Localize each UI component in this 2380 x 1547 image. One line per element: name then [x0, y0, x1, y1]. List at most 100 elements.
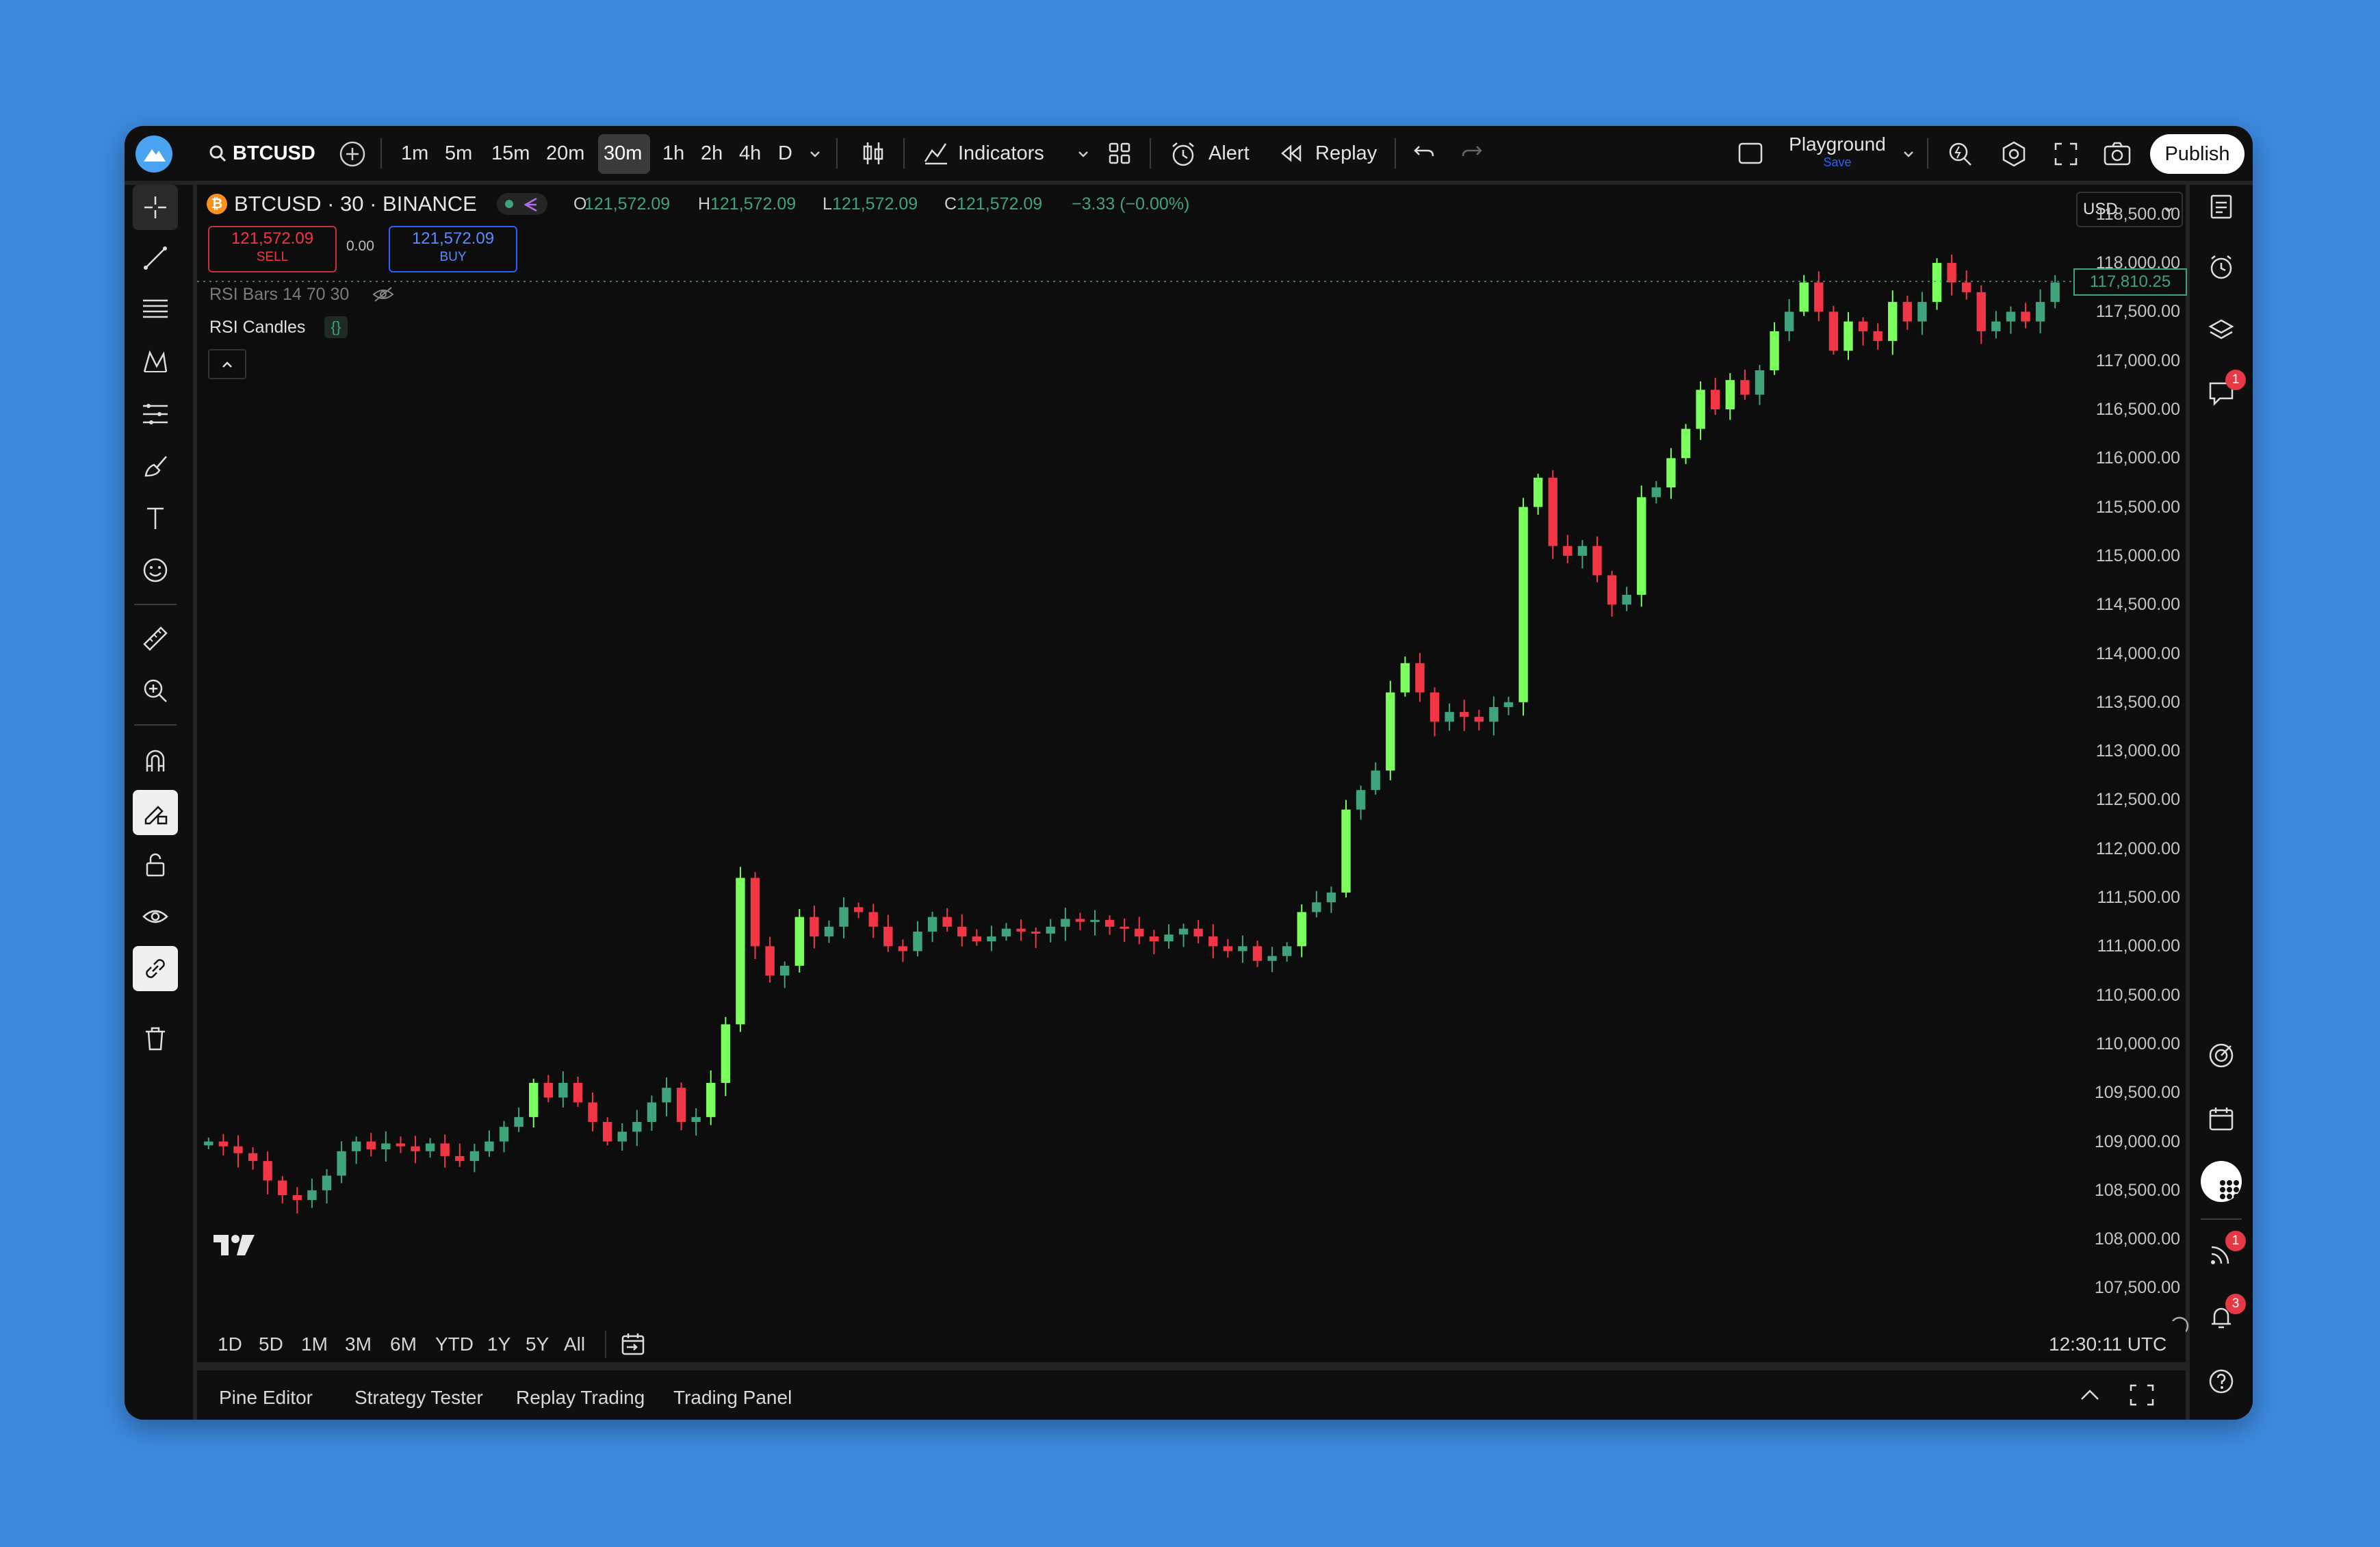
interval-30m[interactable]: 30m [604, 137, 642, 170]
sync-drawings-tool[interactable] [133, 946, 178, 991]
layout-name-button[interactable]: Playground Save [1779, 133, 1896, 174]
hide-drawings-tool[interactable] [133, 894, 178, 939]
range-1d[interactable]: 1D [218, 1333, 242, 1355]
object-tree-button[interactable] [2199, 308, 2243, 352]
range-ytd[interactable]: YTD [435, 1333, 474, 1355]
maximize-panel-icon[interactable] [2128, 1383, 2156, 1407]
tab-pine-editor[interactable]: Pine Editor [219, 1387, 313, 1409]
range-all[interactable]: All [564, 1333, 585, 1355]
signals-button[interactable]: 1 [2199, 1231, 2246, 1276]
candle-body [987, 936, 996, 942]
alerts-button[interactable] [2199, 245, 2243, 289]
range-6m[interactable]: 6M [390, 1333, 417, 1355]
price-tick-label: 113,500.00 [2095, 692, 2180, 712]
redo-icon[interactable] [1460, 142, 1484, 163]
range-1m[interactable]: 1M [301, 1333, 328, 1355]
range-5d[interactable]: 5D [259, 1333, 283, 1355]
help-button[interactable] [2199, 1359, 2243, 1403]
candle-body [1637, 497, 1646, 595]
source-code-icon[interactable]: {} [324, 316, 348, 338]
trend-line-tool[interactable] [133, 235, 178, 281]
lock-drawings-tool[interactable] [133, 842, 178, 887]
candle-body [794, 917, 804, 966]
buy-button[interactable]: 121,572.09 BUY [389, 226, 517, 272]
clock-label[interactable]: 12:30:11 UTC [2049, 1333, 2166, 1355]
candles-icon[interactable] [858, 138, 888, 168]
tab-strategy-tester[interactable]: Strategy Tester [354, 1387, 483, 1409]
settings-icon[interactable] [2000, 140, 2028, 168]
interval-5m[interactable]: 5m [445, 137, 472, 170]
fullscreen-icon[interactable] [2053, 141, 2079, 167]
layout-grid-icon[interactable] [1106, 140, 1133, 167]
chevron-down-icon[interactable] [1076, 146, 1091, 162]
pattern-tool[interactable] [133, 340, 178, 385]
interval-2h[interactable]: 2h [701, 137, 723, 170]
price-tick-label: 107,500.00 [2094, 1278, 2180, 1298]
chart-area[interactable]: ₿ BTCUSD · 30 · BINANCE O 121,572.09 H 1… [197, 185, 2189, 1361]
interval-1m[interactable]: 1m [401, 137, 428, 170]
market-status[interactable] [497, 193, 547, 215]
alert-button[interactable]: Alert [1169, 137, 1258, 170]
go-to-date-icon[interactable] [620, 1331, 647, 1358]
ideas-button[interactable] [2199, 1034, 2243, 1077]
magnet-tool[interactable] [133, 738, 178, 783]
quick-search-icon[interactable] [1946, 140, 1975, 168]
symbol-search[interactable]: BTCUSD [205, 137, 315, 170]
candle-body [1090, 919, 1100, 922]
keep-drawing-tool[interactable] [133, 790, 178, 835]
notifications-button[interactable]: 3 [2199, 1294, 2246, 1339]
chevron-down-icon[interactable] [1901, 146, 1916, 162]
apps-button[interactable] [2199, 1160, 2243, 1203]
interval-20m[interactable]: 20m [546, 137, 584, 170]
tab-trading-panel[interactable]: Trading Panel [673, 1387, 792, 1409]
undo-icon[interactable] [1412, 142, 1436, 163]
chevron-down-icon[interactable] [807, 146, 823, 162]
range-3m[interactable]: 3M [345, 1333, 372, 1355]
chevron-up-icon[interactable] [2076, 1383, 2104, 1407]
candle-body [1858, 321, 1868, 331]
layout-checkbox-icon[interactable] [1737, 140, 1764, 167]
brush-tool[interactable] [133, 444, 178, 489]
sell-button[interactable]: 121,572.09 SELL [208, 226, 337, 272]
symbol-title[interactable]: BTCUSD · 30 · BINANCE [234, 192, 477, 216]
eye-off-icon[interactable] [372, 285, 394, 304]
layers-icon [2208, 319, 2234, 340]
tab-replay-trading[interactable]: Replay Trading [516, 1387, 645, 1409]
interval-1h[interactable]: 1h [662, 137, 684, 170]
chats-button[interactable]: 1 [2199, 370, 2246, 415]
collapse-legend-button[interactable] [208, 349, 246, 379]
interval-15m[interactable]: 15m [491, 137, 530, 170]
calendar-button[interactable] [2199, 1097, 2243, 1140]
divider [134, 724, 177, 726]
crosshair-tool[interactable] [133, 185, 178, 230]
indicators-button[interactable]: Indicators [922, 137, 1094, 170]
watchlist-button[interactable] [2199, 185, 2243, 229]
candle-body [1104, 919, 1115, 927]
camera-icon[interactable] [2102, 140, 2132, 168]
projection-tool[interactable] [133, 392, 178, 437]
study-rsi-bars[interactable]: RSI Bars 14 70 30 [209, 285, 349, 305]
price-tick-label: 109,500.00 [2094, 1083, 2180, 1103]
fib-tool[interactable] [133, 287, 178, 333]
candle-body [322, 1175, 332, 1190]
layout-save-label[interactable]: Save [1779, 156, 1896, 168]
candle-body [1341, 809, 1351, 893]
range-5y[interactable]: 5Y [526, 1333, 549, 1355]
measure-tool[interactable] [133, 616, 178, 661]
right-sidebar: 1 1 3 [2190, 185, 2253, 1420]
candle-body [588, 1102, 597, 1123]
emoji-tool[interactable] [133, 548, 178, 593]
text-tool[interactable] [133, 496, 178, 541]
compare-symbol-icon[interactable] [338, 140, 367, 168]
price-axis[interactable]: 107,500.00 108,000.00 108,500.00 109,000.00… [2072, 185, 2186, 1307]
user-avatar[interactable] [135, 136, 172, 172]
interval-d[interactable]: D [778, 137, 792, 170]
interval-4h[interactable]: 4h [739, 137, 761, 170]
tradingview-logo-icon [214, 1235, 255, 1255]
zoom-tool[interactable] [133, 668, 178, 713]
remove-drawings-tool[interactable] [133, 1016, 178, 1061]
publish-button[interactable]: Publish [2150, 134, 2245, 174]
study-rsi-candles[interactable]: RSI Candles [209, 318, 305, 337]
range-1y[interactable]: 1Y [487, 1333, 510, 1355]
replay-button[interactable]: Replay [1280, 137, 1382, 170]
